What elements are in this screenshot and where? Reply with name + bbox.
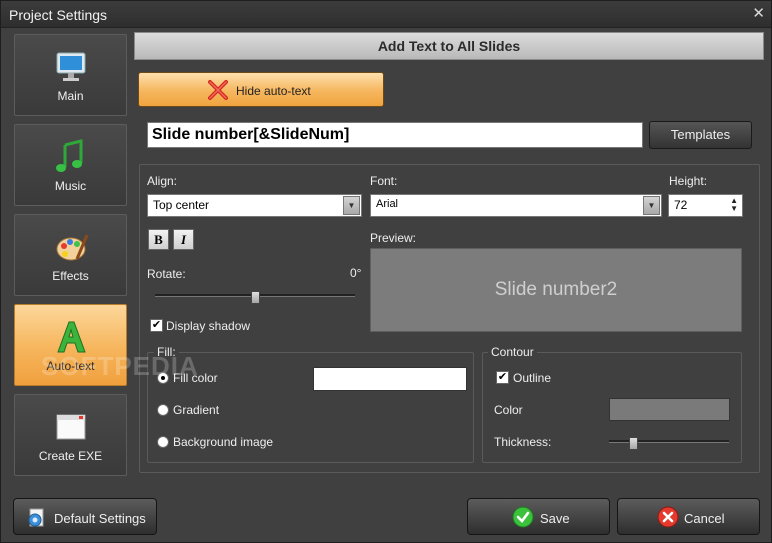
sidebar-item-main[interactable]: Main [14, 34, 127, 116]
font-label: Font: [370, 174, 398, 188]
display-shadow-checkbox[interactable]: ✔ [150, 319, 163, 332]
thickness-slider-thumb[interactable] [629, 437, 638, 450]
thickness-slider-track[interactable] [609, 440, 729, 443]
checkmark-icon [512, 506, 534, 528]
cancel-x-icon [657, 506, 679, 528]
sidebar-item-effects[interactable]: Effects [14, 214, 127, 296]
outline-checkbox[interactable]: ✔ [496, 371, 509, 384]
monitor-icon [56, 52, 86, 81]
settings-document-icon [28, 508, 44, 527]
preview-text: Slide number2 [494, 279, 618, 300]
close-icon[interactable]: ✕ [752, 4, 765, 22]
italic-button[interactable]: I [173, 229, 194, 250]
title-bar: Project Settings ✕ [1, 1, 771, 28]
preview-area: Slide number2 [370, 248, 742, 332]
default-settings-button[interactable]: Default Settings [13, 498, 157, 535]
fill-color-label: Fill color [173, 371, 218, 385]
fill-group-title: Fill: [154, 345, 179, 359]
sidebar-item-label: Auto-text [46, 359, 95, 373]
height-label: Height: [669, 174, 708, 188]
section-header: Add Text to All Slides [134, 32, 764, 60]
window-icon [56, 414, 86, 440]
font-select[interactable]: Arial ▼ [370, 194, 662, 217]
gradient-label: Gradient [173, 403, 220, 417]
spin-arrows-icon[interactable]: ▲ ▼ [730, 197, 738, 213]
fill-color-swatch[interactable] [313, 367, 467, 391]
rotate-slider-thumb[interactable] [251, 291, 260, 304]
contour-group-title: Contour [488, 345, 537, 359]
bold-button[interactable]: B [148, 229, 169, 250]
sidebar-item-label: Music [54, 179, 87, 193]
sidebar-item-label: Main [57, 89, 84, 103]
hide-auto-text-button[interactable]: Hide auto-text [138, 72, 384, 107]
outline-label: Outline [513, 371, 552, 385]
background-image-label: Background image [173, 435, 274, 449]
display-shadow-label: Display shadow [166, 319, 251, 333]
hide-auto-text-label: Hide auto-text [236, 84, 311, 98]
font-value: Arial [376, 198, 399, 210]
contour-color-label: Color [494, 403, 523, 417]
window-title: Project Settings [9, 7, 108, 23]
height-value: 72 [674, 198, 688, 212]
project-settings-window: Project Settings ✕ Main Music Effects Au… [0, 0, 772, 543]
sidebar-item-label: Create EXE [38, 449, 103, 463]
cancel-label: Cancel [684, 511, 725, 526]
save-label: Save [540, 511, 570, 526]
sidebar-item-label: Effects [52, 269, 89, 283]
gradient-radio[interactable] [157, 404, 169, 416]
align-value: Top center [153, 198, 210, 212]
rotate-label: Rotate: [147, 267, 186, 281]
sidebar-item-auto-text[interactable]: Auto-text [14, 304, 127, 386]
thickness-label: Thickness: [494, 435, 552, 449]
rotate-value: 0° [350, 266, 362, 280]
chevron-down-icon[interactable]: ▼ [643, 196, 660, 215]
letter-a-icon [57, 321, 86, 353]
sidebar-item-music[interactable]: Music [14, 124, 127, 206]
align-select[interactable]: Top center ▼ [147, 194, 362, 217]
contour-color-swatch[interactable] [609, 398, 730, 421]
background-image-radio[interactable] [157, 436, 169, 448]
align-label: Align: [147, 174, 178, 188]
auto-text-input[interactable]: Slide number[&SlideNum] [147, 122, 643, 148]
palette-icon [56, 234, 89, 261]
save-button[interactable]: Save [467, 498, 610, 535]
preview-label: Preview: [370, 231, 417, 245]
templates-button[interactable]: Templates [649, 121, 752, 149]
red-x-icon [208, 80, 228, 100]
fill-color-radio[interactable] [157, 372, 169, 384]
default-settings-label: Default Settings [54, 511, 146, 526]
chevron-down-icon[interactable]: ▼ [343, 196, 360, 215]
music-note-icon [56, 139, 83, 172]
sidebar-item-create-exe[interactable]: Create EXE [14, 394, 127, 476]
cancel-button[interactable]: Cancel [617, 498, 760, 535]
height-stepper[interactable]: 72 ▲ ▼ [668, 194, 743, 217]
